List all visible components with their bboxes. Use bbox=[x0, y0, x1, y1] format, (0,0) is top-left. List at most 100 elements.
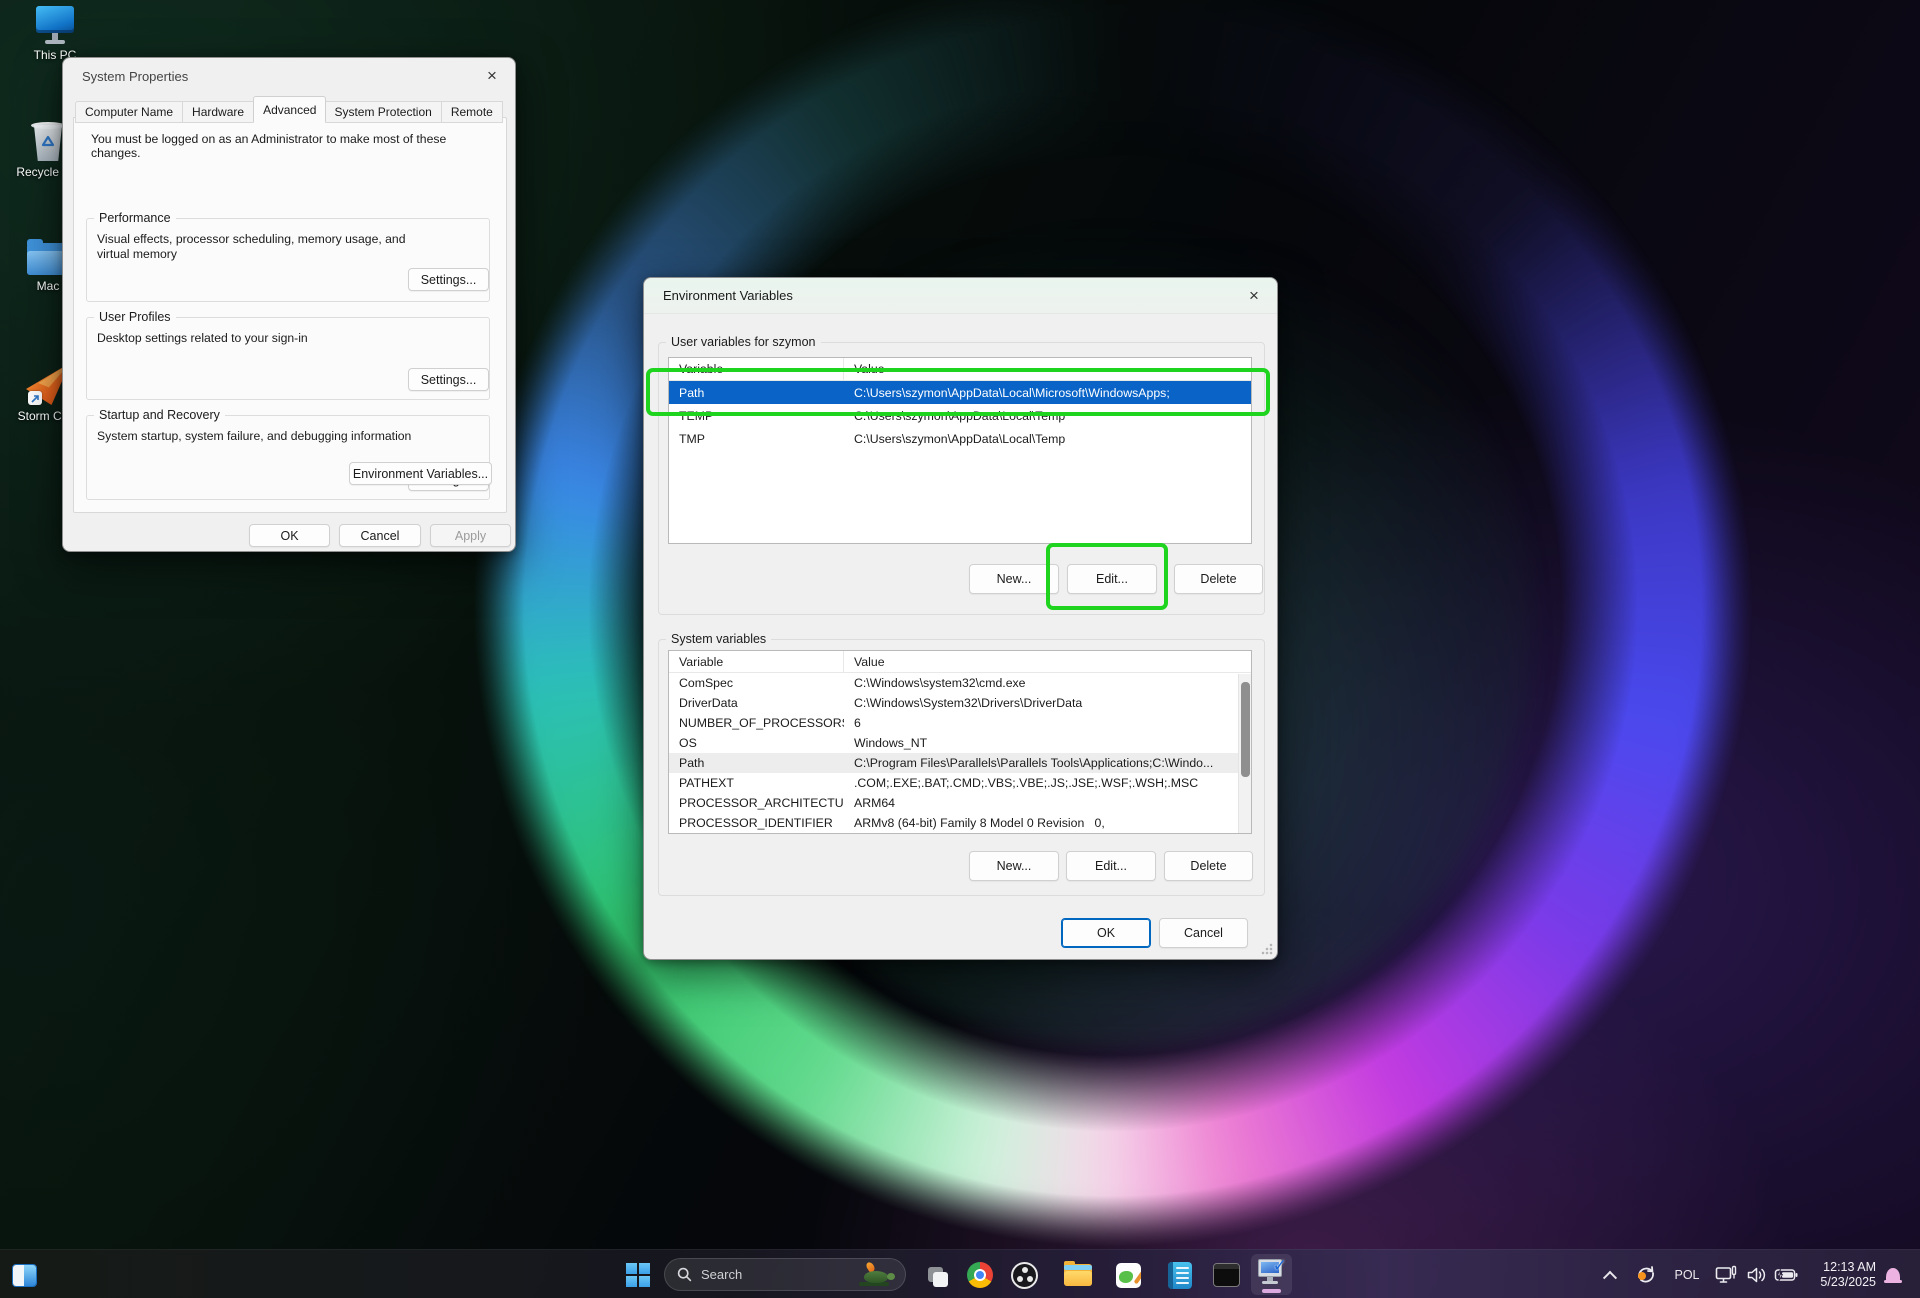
taskbar-photos-button[interactable] bbox=[1112, 1259, 1144, 1291]
user-profiles-group: User Profiles Desktop settings related t… bbox=[86, 317, 490, 400]
system-new-button[interactable]: New... bbox=[969, 851, 1059, 881]
user-delete-button[interactable]: Delete bbox=[1174, 564, 1263, 594]
search-input[interactable]: Search bbox=[664, 1258, 906, 1291]
user-new-button[interactable]: New... bbox=[969, 564, 1059, 594]
group-title: Performance bbox=[94, 211, 176, 225]
clock-time: 12:13 AM bbox=[1820, 1260, 1876, 1275]
user-profiles-settings-button[interactable]: Settings... bbox=[408, 368, 489, 391]
system-properties-dialog: System Properties × Computer Name Hardwa… bbox=[62, 57, 516, 552]
taskbar-terminal-button[interactable] bbox=[1210, 1259, 1242, 1291]
table-header[interactable]: Variable Value bbox=[669, 358, 1251, 381]
user-variables-table: Variable Value Path C:\Users\szymon\AppD… bbox=[668, 357, 1252, 544]
vertical-scrollbar[interactable] bbox=[1238, 674, 1251, 833]
table-row[interactable]: OS Windows_NT bbox=[669, 733, 1251, 753]
group-title: Startup and Recovery bbox=[94, 408, 225, 422]
ok-button[interactable]: OK bbox=[1061, 918, 1151, 948]
taskbar-obs-button[interactable] bbox=[1008, 1259, 1040, 1291]
scrollbar-thumb[interactable] bbox=[1241, 682, 1250, 777]
table-row[interactable]: PROCESSOR_ARCHITECTURE ARM64 bbox=[669, 793, 1251, 813]
tray-chevron-up-button[interactable] bbox=[1598, 1250, 1622, 1298]
table-header[interactable]: Variable Value bbox=[669, 651, 1251, 673]
taskbar-system-properties-button-active[interactable]: ✓ bbox=[1251, 1254, 1292, 1295]
file-explorer-icon bbox=[1064, 1264, 1092, 1286]
recycle-symbol-icon bbox=[39, 135, 57, 151]
table-row[interactable]: DriverData C:\Windows\System32\Drivers\D… bbox=[669, 693, 1251, 713]
table-row[interactable]: PROCESSOR_IDENTIFIER ARMv8 (64-bit) Fami… bbox=[669, 813, 1251, 833]
environment-variables-titlebar[interactable]: Environment Variables bbox=[644, 278, 1277, 314]
desktop: This PC Recycle Bin Mac Storm Co... bbox=[0, 0, 1920, 1298]
battery-charging-icon bbox=[1774, 1268, 1798, 1282]
system-properties-titlebar[interactable]: System Properties bbox=[63, 58, 515, 94]
close-icon[interactable]: × bbox=[481, 65, 503, 87]
tab-hardware[interactable]: Hardware bbox=[183, 101, 254, 123]
search-daily-image-turtle-icon bbox=[857, 1262, 897, 1288]
startup-recovery-group: Startup and Recovery System startup, sys… bbox=[86, 415, 490, 500]
chrome-icon bbox=[967, 1262, 993, 1288]
environment-variables-button[interactable]: Environment Variables... bbox=[349, 462, 492, 485]
table-row[interactable]: PATHEXT .COM;.EXE;.BAT;.CMD;.VBS;.VBE;.J… bbox=[669, 773, 1251, 793]
group-description: System startup, system failure, and debu… bbox=[97, 429, 427, 444]
table-row[interactable]: ComSpec C:\Windows\system32\cmd.exe bbox=[669, 673, 1251, 693]
user-edit-button[interactable]: Edit... bbox=[1067, 564, 1157, 594]
tab-system-protection[interactable]: System Protection bbox=[325, 101, 441, 123]
desktop-icon-this-pc[interactable]: This PC bbox=[17, 6, 93, 62]
system-variables-table: Variable Value ComSpec C:\Windows\system… bbox=[668, 650, 1252, 834]
column-header-value[interactable]: Value bbox=[844, 651, 1251, 672]
tab-remote[interactable]: Remote bbox=[442, 101, 503, 123]
start-button[interactable] bbox=[622, 1259, 654, 1291]
group-title: System variables bbox=[666, 632, 771, 646]
ok-button[interactable]: OK bbox=[249, 524, 330, 547]
checkmark-icon: ✓ bbox=[1273, 1256, 1287, 1276]
tray-volume-button[interactable] bbox=[1743, 1250, 1771, 1298]
table-row[interactable]: NUMBER_OF_PROCESSORS 6 bbox=[669, 713, 1251, 733]
tab-computer-name[interactable]: Computer Name bbox=[75, 101, 183, 123]
sync-icon bbox=[1635, 1264, 1657, 1286]
notepad-icon bbox=[1168, 1262, 1192, 1289]
tray-battery-button[interactable] bbox=[1771, 1250, 1801, 1298]
this-pc-icon bbox=[17, 6, 93, 44]
taskbar-notepad-button[interactable] bbox=[1164, 1259, 1196, 1291]
dialog-title: System Properties bbox=[63, 69, 188, 84]
table-row[interactable]: TMP C:\Users\szymon\AppData\Local\Temp bbox=[669, 427, 1251, 450]
clock-date: 5/23/2025 bbox=[1820, 1275, 1876, 1290]
admin-note: You must be logged on as an Administrato… bbox=[91, 132, 491, 160]
photos-icon bbox=[1116, 1263, 1141, 1288]
taskbar-chrome-button[interactable] bbox=[964, 1259, 996, 1291]
environment-variables-dialog: Environment Variables × User variables f… bbox=[643, 277, 1278, 960]
system-edit-button[interactable]: Edit... bbox=[1066, 851, 1156, 881]
obs-icon bbox=[1011, 1262, 1038, 1289]
windows-logo-icon bbox=[626, 1263, 650, 1287]
tray-sync-button[interactable] bbox=[1632, 1250, 1660, 1298]
cancel-button[interactable]: Cancel bbox=[339, 524, 421, 547]
speaker-icon bbox=[1746, 1266, 1768, 1284]
resize-grip[interactable] bbox=[1261, 943, 1273, 955]
performance-settings-button[interactable]: Settings... bbox=[408, 268, 489, 291]
group-description: Desktop settings related to your sign-in bbox=[97, 331, 427, 346]
task-view-button[interactable] bbox=[920, 1259, 952, 1291]
chevron-up-icon bbox=[1603, 1270, 1617, 1284]
tab-advanced[interactable]: Advanced bbox=[253, 96, 326, 123]
task-view-icon bbox=[920, 1259, 952, 1291]
taskbar-widgets-button[interactable] bbox=[8, 1259, 40, 1291]
terminal-icon bbox=[1213, 1263, 1240, 1287]
column-header-value[interactable]: Value bbox=[844, 358, 1251, 380]
table-row[interactable]: Path C:\Program Files\Parallels\Parallel… bbox=[669, 753, 1251, 773]
sync-status-dot bbox=[1638, 1272, 1646, 1280]
table-row[interactable]: TEMP C:\Users\szymon\AppData\Local\Temp bbox=[669, 404, 1251, 427]
tray-clock[interactable]: 12:13 AM 5/23/2025 bbox=[1800, 1250, 1876, 1298]
tray-notification-button[interactable] bbox=[1880, 1250, 1906, 1298]
cancel-button[interactable]: Cancel bbox=[1159, 918, 1248, 948]
widgets-icon bbox=[12, 1264, 37, 1287]
close-icon[interactable]: × bbox=[1243, 285, 1265, 307]
tray-display-button[interactable] bbox=[1712, 1250, 1740, 1298]
tray-language-indicator[interactable]: POL bbox=[1670, 1250, 1704, 1298]
table-row[interactable]: Path C:\Users\szymon\AppData\Local\Micro… bbox=[669, 381, 1251, 404]
column-header-variable[interactable]: Variable bbox=[669, 358, 844, 380]
system-delete-button[interactable]: Delete bbox=[1164, 851, 1253, 881]
column-header-variable[interactable]: Variable bbox=[669, 651, 844, 672]
notification-bell-icon bbox=[1886, 1268, 1900, 1281]
system-computer-icon: ✓ bbox=[1258, 1259, 1285, 1285]
apply-button[interactable]: Apply bbox=[430, 524, 511, 547]
taskbar-file-explorer-button[interactable] bbox=[1062, 1259, 1094, 1291]
dialog-title: Environment Variables bbox=[644, 288, 793, 303]
